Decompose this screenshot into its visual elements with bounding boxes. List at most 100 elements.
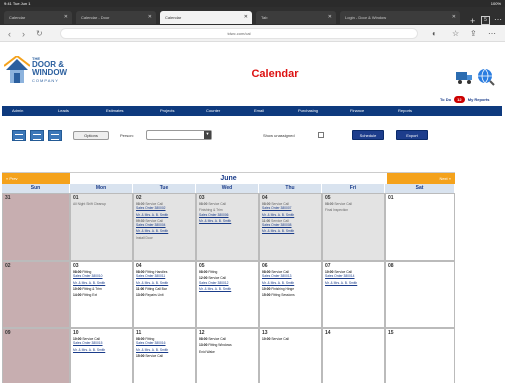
schedule-button[interactable]: Schedule	[352, 130, 384, 140]
calendar-event[interactable]: Enid Wake	[199, 350, 256, 354]
browser-tab[interactable]: Calendar ✕	[4, 11, 72, 24]
nav-item-leads[interactable]: Leads	[58, 108, 69, 113]
options-button[interactable]: Options	[73, 131, 109, 140]
calendar-event[interactable]: 10:00 Service Call Sales Order 380014	[325, 270, 382, 279]
close-tab-icon[interactable]: ✕	[64, 14, 68, 20]
day-cell[interactable]: 05 08:00 Fitting 12:00 Service Call Sales O…	[196, 261, 259, 328]
day-cell[interactable]: 11 08:00 Fitting Sales Order 380016 Mr. & M…	[133, 328, 196, 383]
more-menu-icon[interactable]: ⋯	[494, 15, 502, 24]
calendar-event[interactable]: Mr. & Mrs. A. B. Smith	[136, 213, 193, 217]
event-link[interactable]: Sales Order 380002	[136, 206, 166, 210]
calendar-event[interactable]: Mr. & Mrs. A. B. Smith	[136, 229, 193, 233]
to-do-link[interactable]: To Do	[440, 97, 451, 102]
day-cell[interactable]: 02 08:00 Service Call Sales Order 380002 Mr…	[133, 193, 196, 261]
day-cell[interactable]: 08	[385, 261, 455, 328]
company-logo[interactable]: THE DOOR & WINDOW COMPANY	[4, 56, 92, 88]
calendar-event[interactable]: 13:00 Fitting Windows	[199, 343, 256, 347]
event-link[interactable]: Sales Order 380012	[199, 281, 229, 285]
event-link[interactable]: Mr. & Mrs. A. B. Smith	[199, 219, 231, 223]
event-link[interactable]: Mr. & Mrs. A. B. Smith	[136, 348, 168, 352]
calendar-event[interactable]: Mr. & Mrs. A. B. Smith	[136, 281, 193, 285]
calendar-event[interactable]: Mr. & Mrs. A. B. Smith	[73, 348, 130, 352]
day-cell[interactable]: 05 08:00 Service Call Final Inspection	[322, 193, 385, 261]
event-link[interactable]: Mr. & Mrs. A. B. Smith	[136, 213, 168, 217]
browser-tab-active[interactable]: Calendar ✕	[160, 11, 252, 24]
calendar-event[interactable]: Mr. & Mrs. A. B. Smith	[262, 281, 319, 285]
day-cell[interactable]: 03 08:00 Service Call Finishing & Trim Sale…	[196, 193, 259, 261]
export-button[interactable]: Export	[396, 130, 428, 140]
tab-count-icon[interactable]: 5	[481, 16, 490, 25]
calendar-event[interactable]: 08:00 Fitting Sales Order 380010	[73, 270, 130, 279]
calendar-event[interactable]: 10:00 Finishing Hinge	[262, 287, 319, 291]
bookmark-star-icon[interactable]: ☆	[452, 29, 459, 38]
browser-tab[interactable]: Login - Door & Window ✕	[340, 11, 460, 24]
event-link[interactable]: Mr. & Mrs. A. B. Smith	[73, 348, 105, 352]
event-link[interactable]: Sales Order 380015	[73, 341, 103, 345]
event-link[interactable]: Sales Order 380006	[199, 213, 229, 217]
calendar-event[interactable]: 11:00 Service Call Sales Order 380008	[262, 219, 319, 228]
globe-search-icon[interactable]	[477, 68, 495, 86]
event-link[interactable]: Sales Order 380014	[325, 274, 355, 278]
my-reports-link[interactable]: My Reports	[468, 97, 490, 102]
day-cell[interactable]: 14	[322, 328, 385, 383]
close-tab-icon[interactable]: ✕	[244, 14, 248, 20]
week-view-icon[interactable]	[30, 130, 44, 141]
calendar-event[interactable]: Install Door	[136, 236, 193, 240]
calendar-event[interactable]: 08:00 Service Call	[325, 202, 382, 206]
calendar-event[interactable]: Mr. & Mrs. A. B. Smith	[325, 281, 382, 285]
calendar-event[interactable]: 10:00 Fitting & Trim	[73, 287, 130, 291]
reload-icon[interactable]: ↻	[36, 29, 43, 38]
browser-tab[interactable]: Tab ✕	[256, 11, 336, 24]
reader-icon[interactable]: ◐	[432, 29, 437, 38]
event-link[interactable]: Sales Order 380010	[73, 274, 103, 278]
day-cell[interactable]: 04 08:00 Service Call Sales Order 380007 Mr…	[259, 193, 322, 261]
event-link[interactable]: Sales Order 380008	[262, 223, 292, 227]
nav-item-admin[interactable]: Admin	[12, 108, 23, 113]
calendar-event[interactable]: Final Inspection	[325, 208, 382, 212]
day-cell[interactable]: 09	[2, 328, 70, 383]
nav-item-estimates[interactable]: Estimates	[106, 108, 124, 113]
calendar-event[interactable]: Mr. & Mrs. A. B. Smith	[199, 287, 256, 291]
day-cell[interactable]: 10 10:00 Service Call Sales Order 380015 Mr…	[70, 328, 133, 383]
calendar-event[interactable]: 12:00 Service Call Sales Order 380012	[199, 276, 256, 285]
day-cell[interactable]: 01	[385, 193, 455, 261]
event-link[interactable]: Mr. & Mrs. A. B. Smith	[262, 281, 294, 285]
calendar-event[interactable]: Mr. & Mrs. A. B. Smith	[73, 281, 130, 285]
day-cell[interactable]: 13 10:00 Service Call	[259, 328, 322, 383]
event-link[interactable]: Mr. & Mrs. A. B. Smith	[73, 281, 105, 285]
day-cell[interactable]: 02	[2, 261, 70, 328]
day-cell[interactable]: 03 08:00 Fitting Sales Order 380010 Mr. & M…	[70, 261, 133, 328]
close-tab-icon[interactable]: ✕	[452, 14, 456, 20]
calendar-event[interactable]: 08:00 Service Call Sales Order 380007	[262, 202, 319, 211]
back-icon[interactable]: ‹	[8, 29, 11, 39]
calendar-event[interactable]: 08:00 Fitting Sales Order 380016	[136, 337, 193, 346]
nav-item-purchasing[interactable]: Purchasing	[298, 108, 318, 113]
nav-item-finance[interactable]: Finance	[350, 108, 364, 113]
calendar-event[interactable]: 13:00 Repairs Unit	[136, 293, 193, 297]
share-icon[interactable]: ⇪	[470, 29, 477, 38]
calendar-event[interactable]: Mr. & Mrs. A. B. Smith	[136, 348, 193, 352]
event-link[interactable]: Mr. & Mrs. A. B. Smith	[199, 287, 231, 291]
nav-item-counter[interactable]: Counter	[206, 108, 220, 113]
event-link[interactable]: Sales Order 380016	[136, 341, 166, 345]
calendar-event[interactable]: Mr. & Mrs. A. B. Smith	[262, 229, 319, 233]
calendar-event[interactable]: 10:00 Service Call	[262, 337, 319, 341]
overflow-menu-icon[interactable]: ⋯	[488, 29, 496, 38]
month-view-icon[interactable]	[48, 130, 62, 141]
calendar-event[interactable]: All Night Shift Cleanup	[73, 202, 130, 206]
day-cell[interactable]: 01 All Night Shift Cleanup	[70, 193, 133, 261]
calendar-event[interactable]: 08:00 Service Call	[199, 202, 256, 206]
calendar-event[interactable]: Finishing & Trim Sales Order 380006	[199, 208, 256, 217]
day-cell[interactable]: 06 08:00 Service Call Sales Order 380013 Mr…	[259, 261, 322, 328]
nav-item-reports[interactable]: Reports	[398, 108, 412, 113]
day-cell[interactable]: 04 08:00 Fitting Handles Sales Order 38001…	[133, 261, 196, 328]
event-link[interactable]: Sales Order 380007	[262, 206, 292, 210]
calendar-event[interactable]: 08:00 Service Call Sales Order 380002	[136, 202, 193, 211]
show-unassigned-checkbox[interactable]	[318, 132, 324, 138]
close-tab-icon[interactable]: ✕	[328, 14, 332, 20]
calendar-event[interactable]: Mr. & Mrs. A. B. Smith	[262, 213, 319, 217]
truck-icon[interactable]	[455, 68, 473, 86]
calendar-event[interactable]: 08:00 Fitting Handles Sales Order 380011	[136, 270, 193, 279]
event-link[interactable]: Mr. & Mrs. A. B. Smith	[262, 213, 294, 217]
day-cell[interactable]: 31	[2, 193, 70, 261]
